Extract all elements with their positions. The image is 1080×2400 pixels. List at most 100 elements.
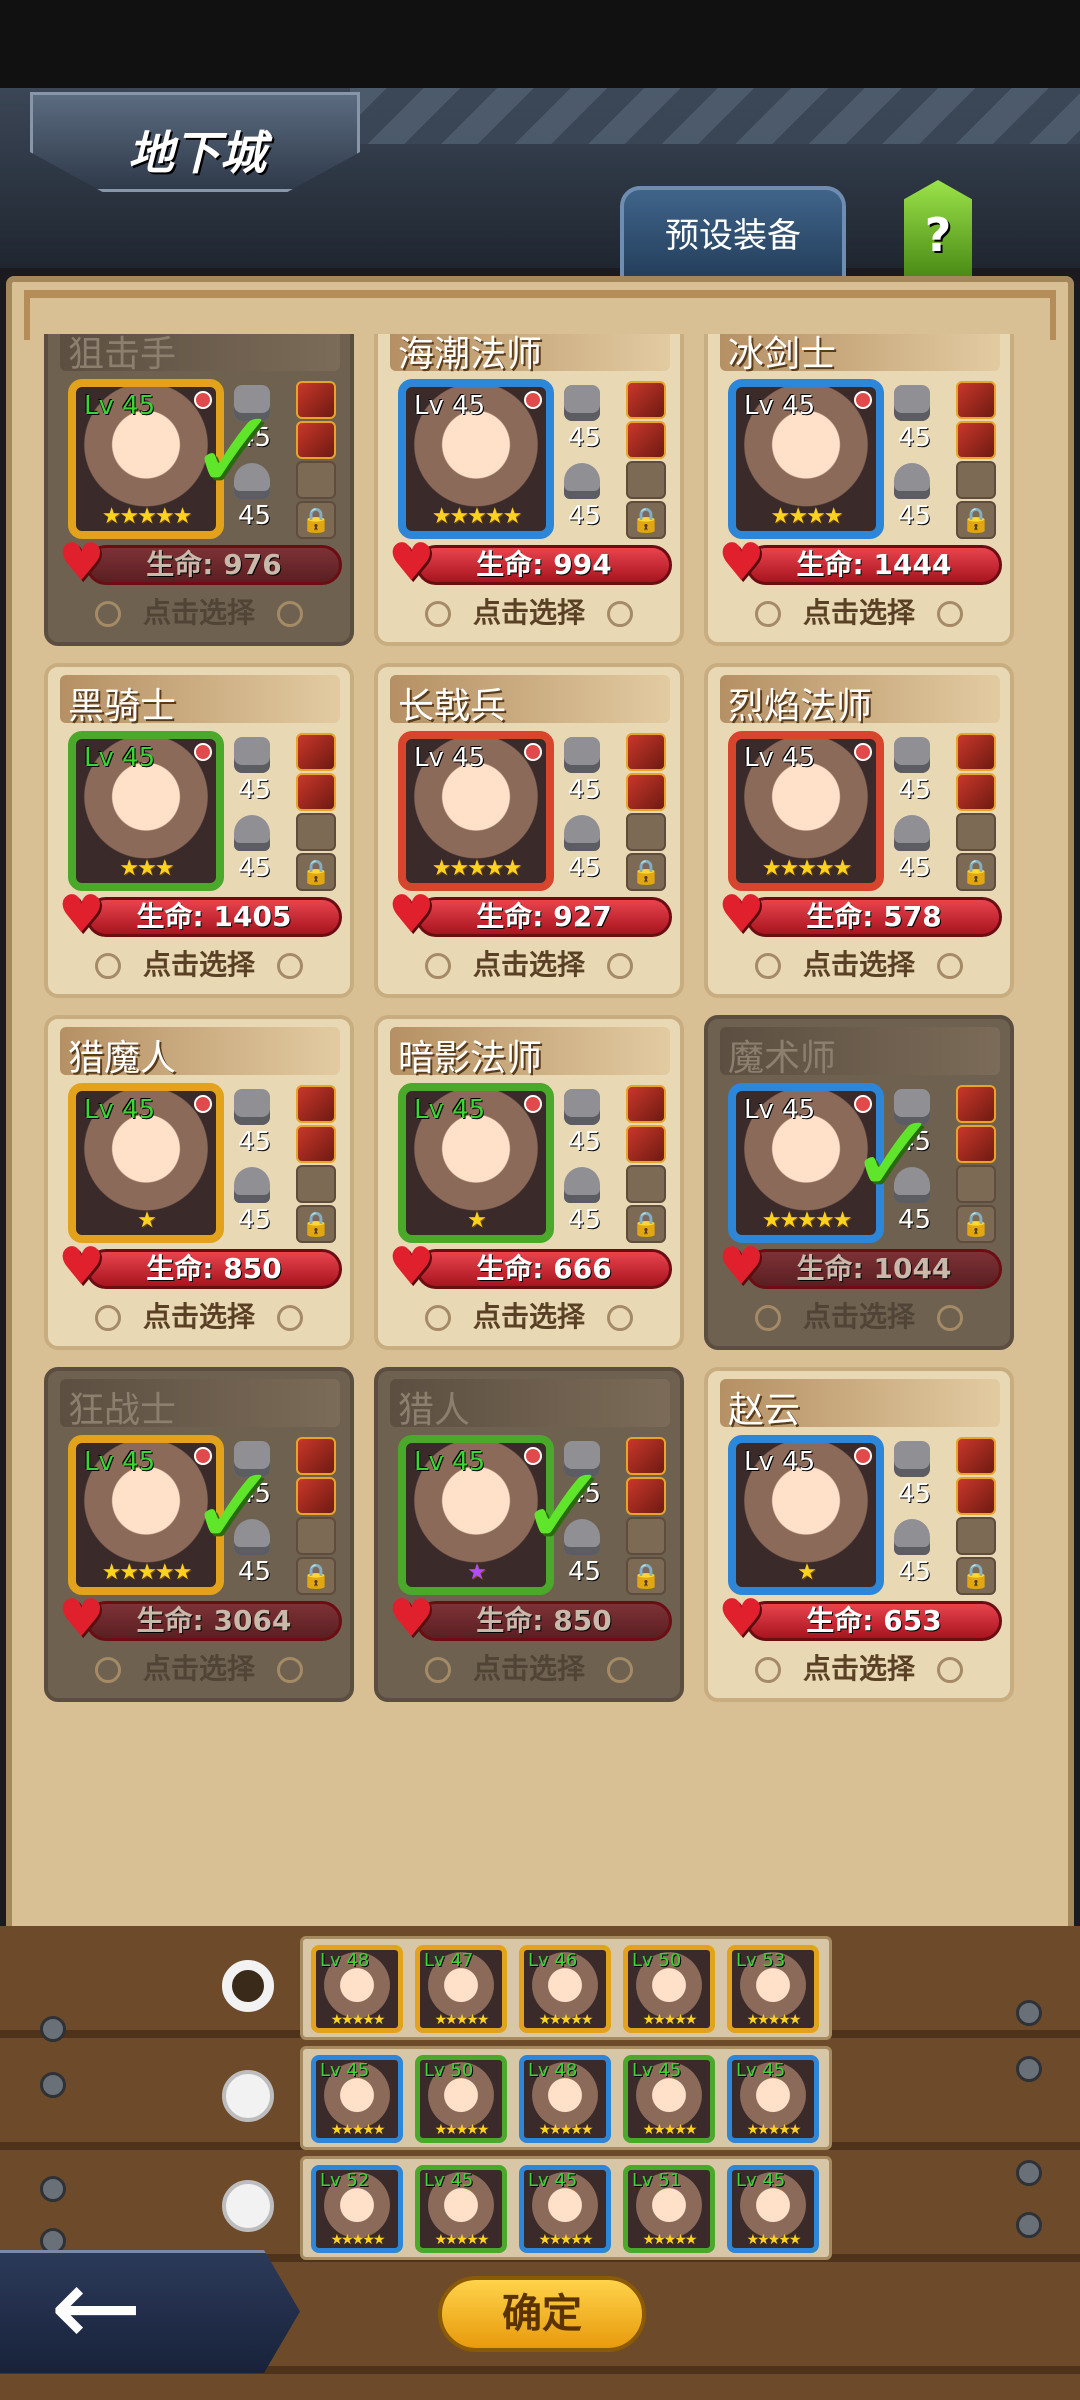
member-stars: ★★★★★: [538, 2012, 594, 2028]
hero-card[interactable]: 猎人 Lv 45 ★ 45 45 🔒 生命: 850 ♥ 点击选择 ✓: [374, 1367, 684, 1702]
member-level: Lv 45: [320, 2060, 370, 2081]
select-button[interactable]: 点击选择: [48, 1295, 350, 1335]
confirm-button[interactable]: 确定: [438, 2276, 646, 2352]
hp-bar: 生命: 1444: [746, 545, 1002, 585]
hero-level: Lv 45: [744, 391, 816, 421]
hero-card[interactable]: 猎魔人 Lv 45 ★ 45 45 🔒 生命: 850 ♥ 点击选择: [44, 1015, 354, 1350]
team-row[interactable]: Lv 52 ★★★★★ Lv 45 ★★★★★ Lv 45 ★★★★★ Lv 51 ★★★★★…: [300, 2156, 832, 2260]
hero-grid-viewport[interactable]: ★★ 45 45 🔒 生命: 638 ♥ 点击选择 ★ 45: [30, 334, 1050, 1924]
team-radio[interactable]: [222, 2180, 274, 2232]
team-member-portrait[interactable]: Lv 48 ★★★★★: [519, 2055, 611, 2143]
hero-card[interactable]: 长戟兵 Lv 45 ★★★★★ 45 45 🔒 生命: 927 ♥ 点击选择: [374, 663, 684, 998]
hero-card[interactable]: 暗影法师 Lv 45 ★ 45 45 🔒 生命: 666 ♥ 点击选择: [374, 1015, 684, 1350]
select-button[interactable]: 点击选择: [378, 1647, 680, 1687]
hp-bar: 生命: 578: [746, 897, 1002, 937]
notification-dot-icon: [524, 743, 542, 761]
hero-card[interactable]: 狙击手 Lv 45 ★★★★★ 45 45 🔒 生命: 976 ♥ 点击选择 ✓: [44, 334, 354, 646]
team-member-portrait[interactable]: Lv 45 ★★★★★: [623, 2055, 715, 2143]
team-member-portrait[interactable]: Lv 52 ★★★★★: [311, 2165, 403, 2253]
select-button[interactable]: 点击选择: [378, 943, 680, 983]
team-member-portrait[interactable]: Lv 47 ★★★★★: [415, 1945, 507, 2033]
team-member-portrait[interactable]: Lv 50 ★★★★★: [623, 1945, 715, 2033]
hero-stars: ★★★: [119, 856, 174, 881]
hero-card[interactable]: 狂战士 Lv 45 ★★★★★ 45 45 🔒 生命: 3064 ♥ 点击选择 …: [44, 1367, 354, 1702]
hero-stars: ★★★★★: [431, 504, 523, 529]
team-member-portrait[interactable]: Lv 53 ★★★★★: [727, 1945, 819, 2033]
member-level: Lv 48: [320, 1950, 370, 1971]
team-member-portrait[interactable]: Lv 45 ★★★★★: [727, 2055, 819, 2143]
team-member-portrait[interactable]: Lv 45 ★★★★★: [311, 2055, 403, 2143]
select-button[interactable]: 点击选择: [48, 943, 350, 983]
sword-icon: [564, 1089, 600, 1125]
helmet-icon: [564, 815, 600, 851]
select-button[interactable]: 点击选择: [708, 943, 1010, 983]
title-plate: 地下城: [30, 92, 360, 192]
back-arrow-icon: ←: [50, 2243, 143, 2371]
hero-portrait: Lv 45 ★: [68, 1083, 224, 1243]
select-label: 点击选择: [142, 948, 255, 981]
dot-icon: [754, 1657, 781, 1683]
empty-slot: [956, 1165, 996, 1203]
team-row[interactable]: Lv 48 ★★★★★ Lv 47 ★★★★★ Lv 46 ★★★★★ Lv 50 ★★★★★…: [300, 1936, 832, 2040]
page-title: 地下城: [128, 126, 266, 180]
member-stars: ★★★★★: [538, 2122, 594, 2138]
hero-card[interactable]: 黑骑士 Lv 45 ★★★ 45 45 🔒 生命: 1405 ♥ 点击选择: [44, 663, 354, 998]
select-button[interactable]: 点击选择: [708, 1647, 1010, 1687]
hero-portrait: Lv 45 ★★★★★: [398, 379, 554, 539]
hero-level: Lv 45: [414, 743, 486, 773]
select-button[interactable]: 点击选择: [378, 1295, 680, 1335]
lock-icon: 🔒: [956, 1557, 996, 1595]
lock-icon: 🔒: [296, 1557, 336, 1595]
rivet-icon: [1016, 2160, 1042, 2186]
team-member-portrait[interactable]: Lv 51 ★★★★★: [623, 2165, 715, 2253]
team-member-portrait[interactable]: Lv 45 ★★★★★: [519, 2165, 611, 2253]
hero-card[interactable]: 赵云 Lv 45 ★ 45 45 🔒 生命: 653 ♥ 点击选择: [704, 1367, 1014, 1702]
equipment-panel: 45 45 🔒: [564, 731, 674, 891]
equipment-panel: 45 45 🔒: [234, 1083, 344, 1243]
equipment-slot: [626, 381, 666, 419]
select-button[interactable]: 点击选择: [708, 591, 1010, 631]
team-member-portrait[interactable]: Lv 45 ★★★★★: [727, 2165, 819, 2253]
member-stars: ★★★★★: [746, 2012, 802, 2028]
equipment-slot: [626, 1477, 666, 1515]
equipment-panel: 45 45 🔒: [894, 731, 1004, 891]
preset-equipment-tab[interactable]: 预设装备: [620, 186, 846, 276]
hero-card[interactable]: 烈焰法师 Lv 45 ★★★★★ 45 45 🔒 生命: 578 ♥ 点击选择: [704, 663, 1014, 998]
member-level: Lv 45: [736, 2170, 786, 2191]
sword-icon: [234, 1089, 270, 1125]
select-button[interactable]: 点击选择: [708, 1295, 1010, 1335]
team-radio[interactable]: [222, 2070, 274, 2122]
weapon-level: 45: [568, 423, 602, 453]
help-button[interactable]: ?: [904, 180, 972, 276]
weapon-level: 45: [238, 775, 272, 805]
dot-icon: [937, 1657, 963, 1683]
dot-icon: [607, 1305, 633, 1331]
weapon-level: 45: [898, 775, 932, 805]
dot-icon: [937, 953, 963, 979]
member-stars: ★★★★★: [330, 2012, 386, 2028]
select-button[interactable]: 点击选择: [378, 591, 680, 631]
armor-level: 45: [238, 1205, 272, 1235]
hp-bar: 生命: 976: [86, 545, 342, 585]
empty-slot: [626, 1517, 666, 1555]
hero-card[interactable]: 魔术师 Lv 45 ★★★★★ 45 45 🔒 生命: 1044 ♥ 点击选择 …: [704, 1015, 1014, 1350]
hero-name: 狂战士: [68, 1390, 177, 1431]
hp-bar: 生命: 1405: [86, 897, 342, 937]
team-member-portrait[interactable]: Lv 48 ★★★★★: [311, 1945, 403, 2033]
notification-dot-icon: [854, 391, 872, 409]
status-bar: [0, 0, 1080, 88]
hero-card[interactable]: 冰剑士 Lv 45 ★★★★ 45 45 🔒 生命: 1444 ♥ 点击选择: [704, 334, 1014, 646]
team-radio[interactable]: [222, 1960, 274, 2012]
back-button[interactable]: ←: [0, 2250, 300, 2373]
select-button[interactable]: 点击选择: [48, 591, 350, 631]
hp-bar: 生命: 850: [416, 1601, 672, 1641]
team-member-portrait[interactable]: Lv 46 ★★★★★: [519, 1945, 611, 2033]
team-member-portrait[interactable]: Lv 45 ★★★★★: [415, 2165, 507, 2253]
select-button[interactable]: 点击选择: [48, 1647, 350, 1687]
hero-card[interactable]: 海潮法师 Lv 45 ★★★★★ 45 45 🔒 生命: 994 ♥ 点击选择: [374, 334, 684, 646]
team-member-portrait[interactable]: Lv 50 ★★★★★: [415, 2055, 507, 2143]
hero-level: Lv 45: [744, 1447, 816, 1477]
member-level: Lv 45: [632, 2060, 682, 2081]
equipment-panel: 45 45 🔒: [894, 1435, 1004, 1595]
team-row[interactable]: Lv 45 ★★★★★ Lv 50 ★★★★★ Lv 48 ★★★★★ Lv 45 ★★★★★…: [300, 2046, 832, 2150]
